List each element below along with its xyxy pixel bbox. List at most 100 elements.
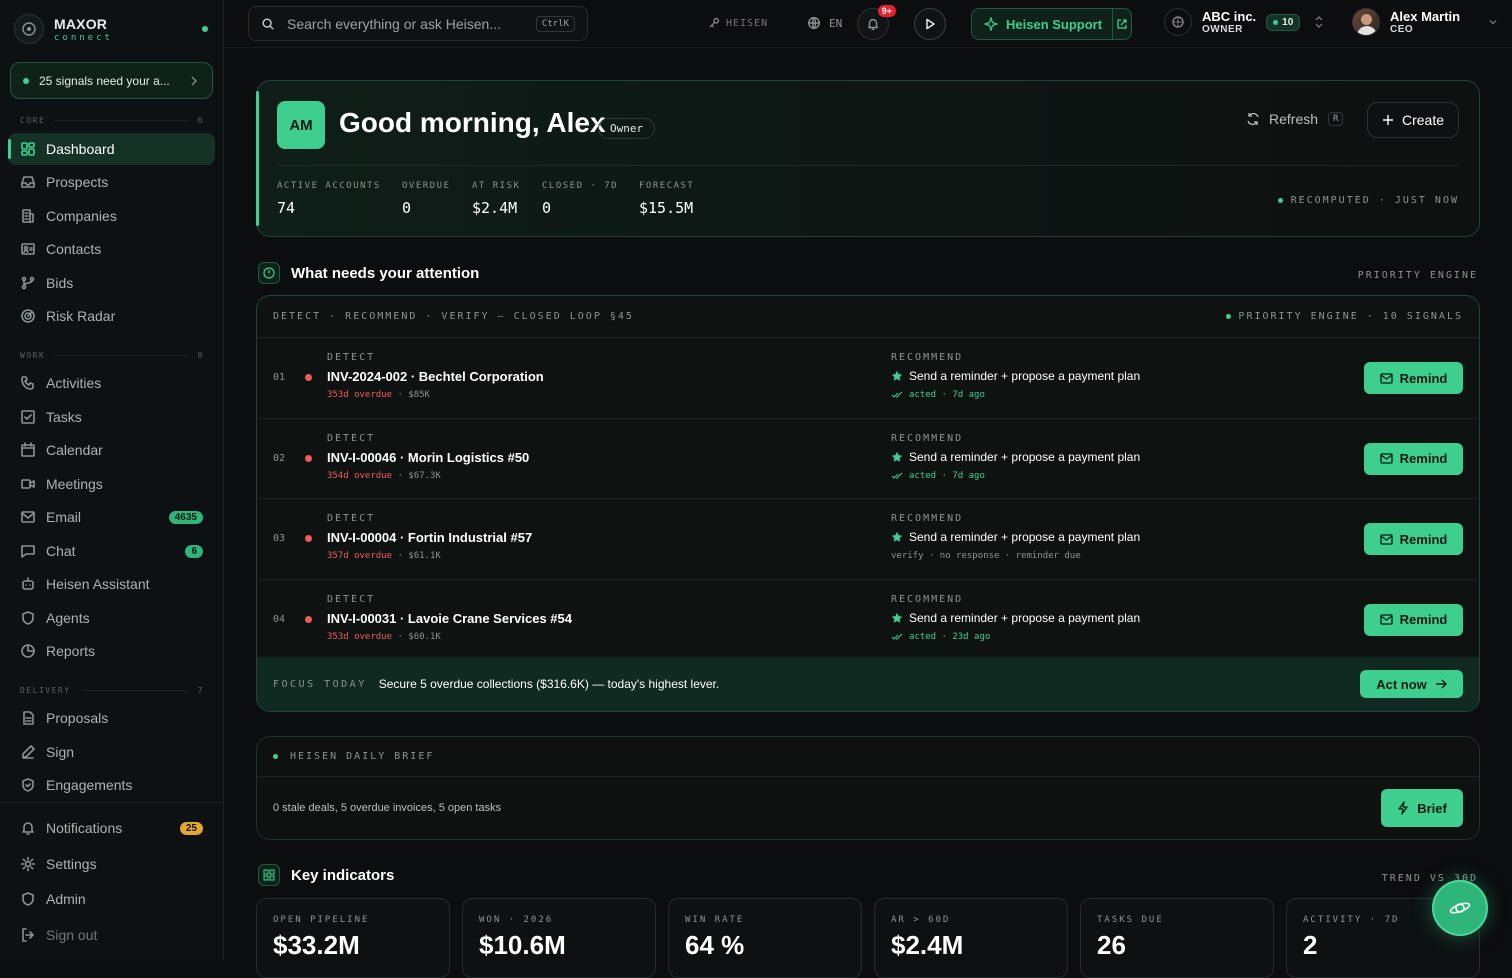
play-button[interactable]	[914, 8, 946, 40]
role-badge: Owner	[598, 118, 656, 139]
remind-button[interactable]: Remind	[1364, 362, 1463, 394]
stat-closed-7d: CLOSED · 7D 0	[542, 181, 619, 217]
table-row[interactable]: 01 DETECT INV-2024-002 · Bechtel Corpora…	[257, 338, 1479, 419]
sidebar-item-chat[interactable]: Chat 6	[8, 535, 215, 567]
kpi-card-tasks-due[interactable]: TASKS DUE 26	[1080, 898, 1274, 978]
sidebar-item-activities[interactable]: Activities	[8, 367, 215, 399]
signals-banner[interactable]: 25 signals need your a...	[10, 62, 213, 99]
sidebar-item-label: Proposals	[46, 710, 109, 726]
user-role: CEO	[1390, 24, 1414, 35]
section-title: Key indicators	[291, 866, 395, 884]
search-input[interactable]	[287, 15, 527, 32]
overdue-dot	[305, 535, 312, 542]
alert-circle-icon	[258, 262, 280, 284]
section-label-delivery: DELIVERY 7	[20, 686, 204, 695]
brief-button[interactable]: Brief	[1381, 789, 1463, 827]
sidebar-item-notifications[interactable]: Notifications 25	[8, 812, 215, 844]
dashboard-icon	[21, 142, 35, 156]
search-box[interactable]: CtrlK	[248, 6, 588, 41]
kpi-card-open-pipeline[interactable]: OPEN PIPELINE $33.2M	[256, 898, 450, 978]
external-link-button[interactable]	[1113, 18, 1131, 30]
invoice-title: INV-I-00031 · Lavoie Crane Services #54	[327, 610, 572, 626]
refresh-shortcut: R	[1328, 112, 1344, 126]
contact-card-icon	[21, 243, 35, 255]
sidebar-item-proposals[interactable]: Proposals	[8, 702, 215, 734]
kpi-card-ar-60d[interactable]: AR > 60D $2.4M	[874, 898, 1068, 978]
remind-button[interactable]: Remind	[1364, 523, 1463, 555]
sidebar-item-label: Admin	[46, 891, 86, 907]
kpi-card-win-rate[interactable]: WIN RATE 64 %	[668, 898, 862, 978]
user-initials: AM	[277, 101, 325, 149]
sidebar-item-risk-radar[interactable]: Risk Radar	[8, 300, 215, 332]
heisen-support-button[interactable]: Heisen Support	[972, 9, 1114, 39]
organization-switcher[interactable]: ABC inc. OWNER 10	[1164, 8, 1324, 36]
table-row[interactable]: 04 DETECT INV-I-00031 · Lavoie Crane Ser…	[257, 580, 1479, 660]
act-now-button[interactable]: Act now	[1360, 670, 1463, 698]
chevron-down-icon	[1489, 20, 1497, 25]
sidebar-item-label: Email	[46, 509, 82, 525]
sidebar-divider	[0, 802, 224, 803]
sidebar-item-contacts[interactable]: Contacts	[8, 233, 215, 265]
chat-icon	[21, 545, 35, 558]
sidebar-item-prospects[interactable]: Prospects	[8, 166, 215, 198]
signals-text: 25 signals need your a...	[39, 73, 170, 88]
sidebar-item-engagements[interactable]: Engagements	[8, 769, 215, 801]
document-icon	[23, 711, 34, 725]
chat-count-badge: 6	[185, 544, 203, 558]
user-name: Alex Martin	[1390, 9, 1461, 24]
sidebar-item-label: Sign out	[46, 927, 98, 943]
brand[interactable]: MAXOR connect	[14, 12, 113, 46]
sidebar-item-label: Agents	[46, 610, 90, 626]
refresh-icon	[1247, 112, 1259, 126]
sidebar-item-agents[interactable]: Agents	[8, 602, 215, 634]
radar-icon	[21, 309, 35, 323]
star-icon	[891, 370, 903, 381]
mail-icon	[1380, 453, 1393, 464]
sidebar-item-meetings[interactable]: Meetings	[8, 468, 215, 500]
assistant-fab-button[interactable]	[1432, 880, 1488, 936]
sidebar-item-sign-out[interactable]: Sign out	[8, 919, 215, 951]
search-shortcut: CtrlK	[535, 15, 575, 32]
focus-today-bar: FOCUS TODAY Secure 5 overdue collections…	[257, 657, 1479, 711]
chevron-updown-icon	[1315, 16, 1323, 28]
kpi-card-won[interactable]: WON · 2026 $10.6M	[462, 898, 656, 978]
sidebar-item-email[interactable]: Email 4635	[8, 501, 215, 533]
sidebar-item-calendar[interactable]: Calendar	[8, 434, 215, 466]
planet-icon	[1449, 902, 1471, 914]
sidebar-item-sign[interactable]: Sign	[8, 736, 215, 768]
checkbox-icon	[21, 410, 35, 424]
org-count-badge: 10	[1266, 13, 1301, 31]
create-button[interactable]: Create	[1367, 102, 1459, 138]
org-role: OWNER	[1202, 24, 1243, 35]
language-selector[interactable]: EN	[807, 16, 842, 30]
email-count-badge: 4635	[168, 510, 203, 524]
heisen-support: Heisen Support	[971, 8, 1132, 40]
daily-brief-header: HEISEN DAILY BRIEF	[257, 737, 1479, 777]
sidebar-item-companies[interactable]: Companies	[8, 200, 215, 232]
notifications-button[interactable]: 9+	[857, 5, 896, 40]
sidebar-item-label: Risk Radar	[46, 308, 116, 324]
remind-button[interactable]: Remind	[1364, 442, 1463, 475]
stat-active-accounts: ACTIVE ACCOUNTS 74	[277, 181, 381, 217]
sidebar-item-admin[interactable]: Admin	[8, 883, 215, 915]
refresh-button[interactable]: Refresh R	[1246, 111, 1344, 127]
table-row[interactable]: 02 DETECT INV-I-00046 · Morin Logistics …	[257, 419, 1479, 499]
sidebar-item-dashboard[interactable]: Dashboard	[8, 133, 215, 165]
sidebar-item-bids[interactable]: Bids	[8, 267, 215, 299]
bot-icon	[22, 577, 34, 590]
sidebar-item-label: Sign	[46, 744, 75, 760]
daily-brief-panel: HEISEN DAILY BRIEF 0 stale deals, 5 over…	[256, 736, 1480, 840]
sidebar-item-settings[interactable]: Settings	[8, 848, 215, 880]
external-link-icon	[1117, 19, 1127, 29]
user-menu[interactable]: Alex Martin CEO	[1352, 8, 1498, 36]
search-icon	[262, 17, 274, 30]
lightning-icon	[1398, 801, 1408, 815]
shield-icon	[22, 892, 34, 906]
shield-check-icon	[22, 778, 34, 792]
heisen-toggle[interactable]: HEISEN	[708, 17, 768, 29]
remind-button[interactable]: Remind	[1364, 603, 1463, 636]
sidebar-item-heisen-assistant[interactable]: Heisen Assistant	[8, 568, 215, 600]
table-row[interactable]: 03 DETECT INV-I-00004 · Fortin Industria…	[257, 499, 1479, 580]
sidebar-item-reports[interactable]: Reports	[8, 635, 215, 667]
sidebar-item-tasks[interactable]: Tasks	[8, 401, 215, 433]
